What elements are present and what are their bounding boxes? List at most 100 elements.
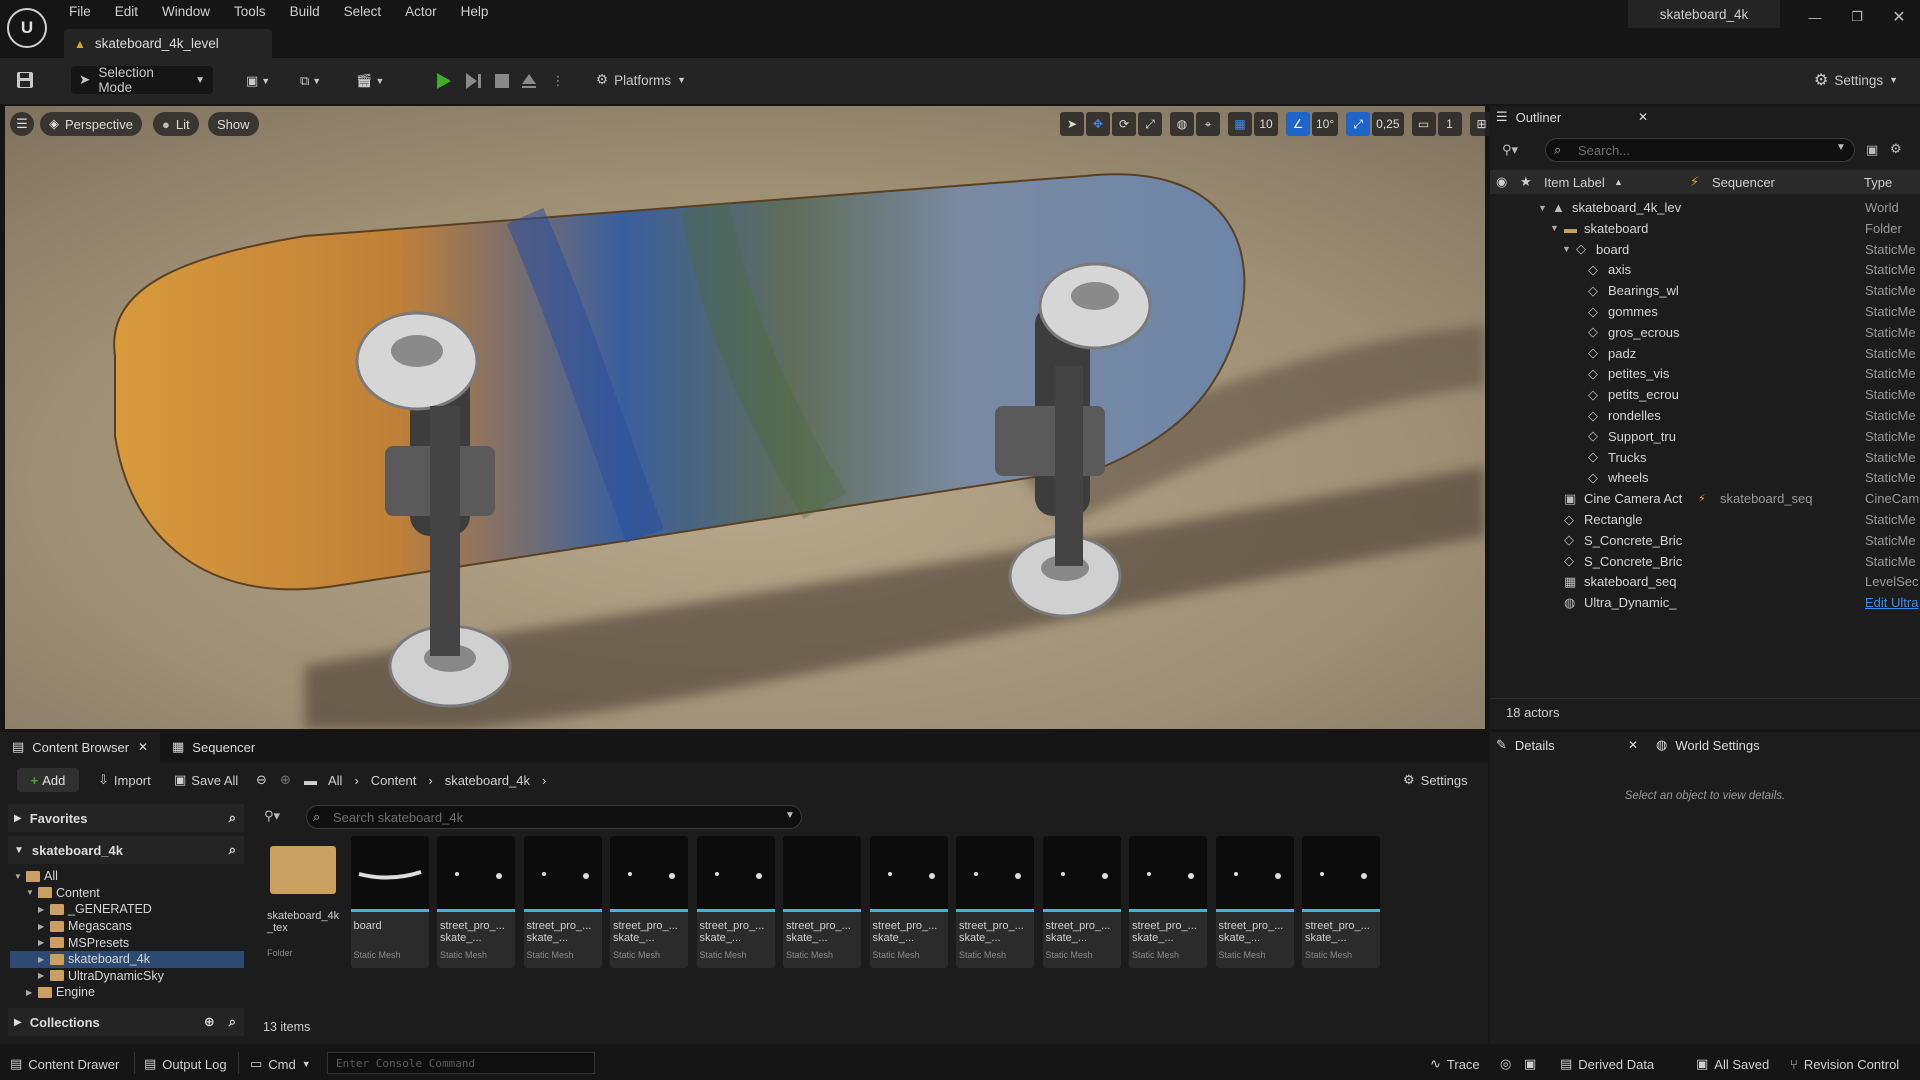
- asset-tile[interactable]: street_pro_... skate_... Static Mesh: [1129, 836, 1207, 968]
- asset-tile[interactable]: street_pro_... skate_... Static Mesh: [1042, 836, 1121, 968]
- more-options-icon[interactable]: ⋮: [552, 70, 565, 92]
- folder-tree-item[interactable]: ▶ _GENERATED: [10, 901, 244, 918]
- cb-settings-button[interactable]: ⚙ Settings: [1403, 768, 1468, 792]
- search-icon[interactable]: ⌕: [229, 1014, 236, 1030]
- chevron-right-icon[interactable]: ▶: [38, 938, 46, 947]
- platforms-dropdown[interactable]: ⚙ Platforms ▼: [596, 68, 686, 92]
- outliner-row[interactable]: ◇ S_Concrete_Bric StaticMe: [1490, 551, 1920, 572]
- outliner-row[interactable]: ◇ rondelles StaticMe: [1490, 405, 1920, 426]
- outliner-row[interactable]: ◇ axis StaticMe: [1490, 259, 1920, 280]
- translate-tool-icon[interactable]: ✥: [1086, 112, 1110, 136]
- tab-outliner[interactable]: ☰ Outliner ✕: [1496, 104, 1648, 130]
- chevron-right-icon[interactable]: ▶: [38, 905, 46, 914]
- select-tool-icon[interactable]: ➤: [1060, 112, 1084, 136]
- record-icon[interactable]: ◎: [1500, 1054, 1511, 1074]
- perspective-button[interactable]: ◈ Perspective: [40, 112, 142, 136]
- rotation-snap-icon[interactable]: ∠: [1286, 112, 1310, 136]
- chevron-right-icon[interactable]: ▶: [38, 922, 46, 931]
- outliner-row[interactable]: ◇ petits_ecrou StaticMe: [1490, 384, 1920, 405]
- derived-data-button[interactable]: ▤ Derived Data: [1560, 1054, 1654, 1074]
- close-icon[interactable]: ✕: [1638, 110, 1648, 124]
- folder-tree-item[interactable]: ▶ skateboard_4k: [10, 951, 244, 968]
- folder-tree-item[interactable]: ▶ Engine: [10, 984, 244, 1001]
- asset-tile[interactable]: board Static Mesh: [350, 836, 429, 968]
- chevron-down-icon[interactable]: ▼: [1562, 244, 1571, 254]
- add-collection-icon[interactable]: ⊕: [204, 1014, 215, 1030]
- chevron-right-icon[interactable]: ▶: [38, 955, 46, 964]
- outliner-row[interactable]: ▼ ◇ board StaticMe: [1490, 239, 1920, 260]
- surface-snap-icon[interactable]: ⌖: [1196, 112, 1220, 136]
- outliner-row[interactable]: ◇ Rectangle StaticMe: [1490, 509, 1920, 530]
- outliner-row[interactable]: ◇ Support_tru StaticMe: [1490, 426, 1920, 447]
- filter-icon[interactable]: ⚲▾: [1502, 142, 1518, 158]
- close-icon[interactable]: ✕: [1628, 738, 1638, 752]
- folder-tree-item[interactable]: ▶ MSPresets: [10, 934, 244, 951]
- asset-tile[interactable]: street_pro_... skate_... Static Mesh: [869, 836, 948, 968]
- outliner-row[interactable]: ▣ Cine Camera Act ⚡ skateboard_seq CineCam: [1490, 488, 1920, 509]
- output-log-button[interactable]: ▤ Output Log: [144, 1054, 227, 1074]
- outliner-row[interactable]: ◇ gommes StaticMe: [1490, 301, 1920, 322]
- asset-search-input[interactable]: Search skateboard_4k: [306, 805, 802, 829]
- asset-folder-tile[interactable]: skateboard_4k _tex Folder: [264, 836, 342, 968]
- close-window-icon[interactable]: ✕: [1880, 3, 1918, 31]
- folder-tree-item[interactable]: ▶ UltraDynamicSky: [10, 968, 244, 985]
- asset-tile[interactable]: street_pro_... skate_... Static Mesh: [1302, 836, 1380, 968]
- star-icon[interactable]: ★: [1520, 174, 1532, 190]
- console-input[interactable]: Enter Console Command: [327, 1052, 595, 1074]
- outliner-row[interactable]: ◇ padz StaticMe: [1490, 343, 1920, 364]
- all-saved-button[interactable]: ▣ All Saved: [1696, 1054, 1769, 1074]
- asset-tile[interactable]: street_pro_... skate_... Static Mesh: [523, 836, 602, 968]
- outliner-search-input[interactable]: Search...: [1545, 138, 1855, 162]
- menu-actor[interactable]: Actor: [393, 0, 449, 24]
- chevron-right-icon[interactable]: ▶: [38, 971, 46, 980]
- scale-tool-icon[interactable]: ⤢: [1138, 112, 1162, 136]
- project-header[interactable]: ▼ skateboard_4k ⌕: [8, 836, 244, 864]
- col-sequencer[interactable]: Sequencer: [1712, 175, 1775, 190]
- show-button[interactable]: Show: [208, 112, 259, 136]
- breadcrumb-skateboard[interactable]: skateboard_4k: [445, 773, 530, 788]
- asset-tile[interactable]: street_pro_... skate_... Static Mesh: [696, 836, 775, 968]
- outliner-row-type[interactable]: Edit Ultra: [1865, 595, 1920, 610]
- asset-tile[interactable]: street_pro_... skate_... Static Mesh: [783, 836, 861, 968]
- col-item-label[interactable]: Item Label: [1544, 175, 1605, 190]
- search-icon[interactable]: ⌕: [229, 810, 236, 826]
- tab-world-settings[interactable]: ◍ World Settings: [1656, 732, 1760, 758]
- content-drawer-button[interactable]: ▤ Content Drawer: [10, 1054, 119, 1074]
- camera-speed-value[interactable]: 1: [1437, 112, 1462, 136]
- menu-help[interactable]: Help: [449, 0, 501, 24]
- outliner-row[interactable]: ▼ ▬ skateboard Folder: [1490, 218, 1920, 239]
- revision-control-button[interactable]: ⑂ Revision Control: [1790, 1054, 1899, 1074]
- chevron-down-icon[interactable]: ▼: [1550, 223, 1559, 233]
- menu-select[interactable]: Select: [332, 0, 394, 24]
- menu-edit[interactable]: Edit: [103, 0, 150, 24]
- breadcrumb-content[interactable]: Content: [371, 773, 417, 788]
- play-icon[interactable]: [434, 70, 454, 92]
- chevron-down-icon[interactable]: ▼: [785, 810, 795, 821]
- step-forward-icon[interactable]: [464, 70, 484, 92]
- rotation-snap-value[interactable]: 10°: [1312, 112, 1339, 136]
- settings-dropdown[interactable]: ⚙ Settings ▼: [1814, 68, 1898, 92]
- outliner-row[interactable]: ◇ petites_vis StaticMe: [1490, 363, 1920, 384]
- world-space-icon[interactable]: ◍: [1170, 112, 1194, 136]
- folder-tree-item[interactable]: ▼ Content: [10, 885, 244, 902]
- tab-details[interactable]: ✎ Details ✕: [1496, 732, 1638, 758]
- trace-button[interactable]: ∿ Trace: [1430, 1054, 1480, 1074]
- chevron-right-icon[interactable]: ▶: [26, 988, 34, 997]
- add-button[interactable]: + Add: [17, 768, 79, 792]
- outliner-row[interactable]: ◇ Bearings_wl StaticMe: [1490, 280, 1920, 301]
- chevron-down-icon[interactable]: ▼: [1538, 203, 1547, 213]
- stop-icon[interactable]: [492, 70, 512, 92]
- favorites-header[interactable]: ▶ Favorites ⌕: [8, 804, 244, 832]
- gear-icon[interactable]: ⚙: [1890, 141, 1902, 157]
- menu-tools[interactable]: Tools: [222, 0, 278, 24]
- filter-icon[interactable]: ⚲▾: [264, 808, 280, 824]
- restore-icon[interactable]: ❐: [1838, 3, 1876, 31]
- asset-tile[interactable]: street_pro_... skate_... Static Mesh: [956, 836, 1034, 968]
- asset-tile[interactable]: street_pro_... skate_... Static Mesh: [610, 836, 688, 968]
- lit-button[interactable]: ● Lit: [153, 112, 199, 136]
- grid-snap-value[interactable]: 10: [1254, 112, 1278, 136]
- grid-snap-icon[interactable]: ▦: [1228, 112, 1252, 136]
- tab-sequencer[interactable]: ▦ Sequencer: [160, 732, 267, 762]
- search-icon[interactable]: ⌕: [229, 842, 236, 858]
- chevron-down-icon[interactable]: ▼: [14, 872, 22, 881]
